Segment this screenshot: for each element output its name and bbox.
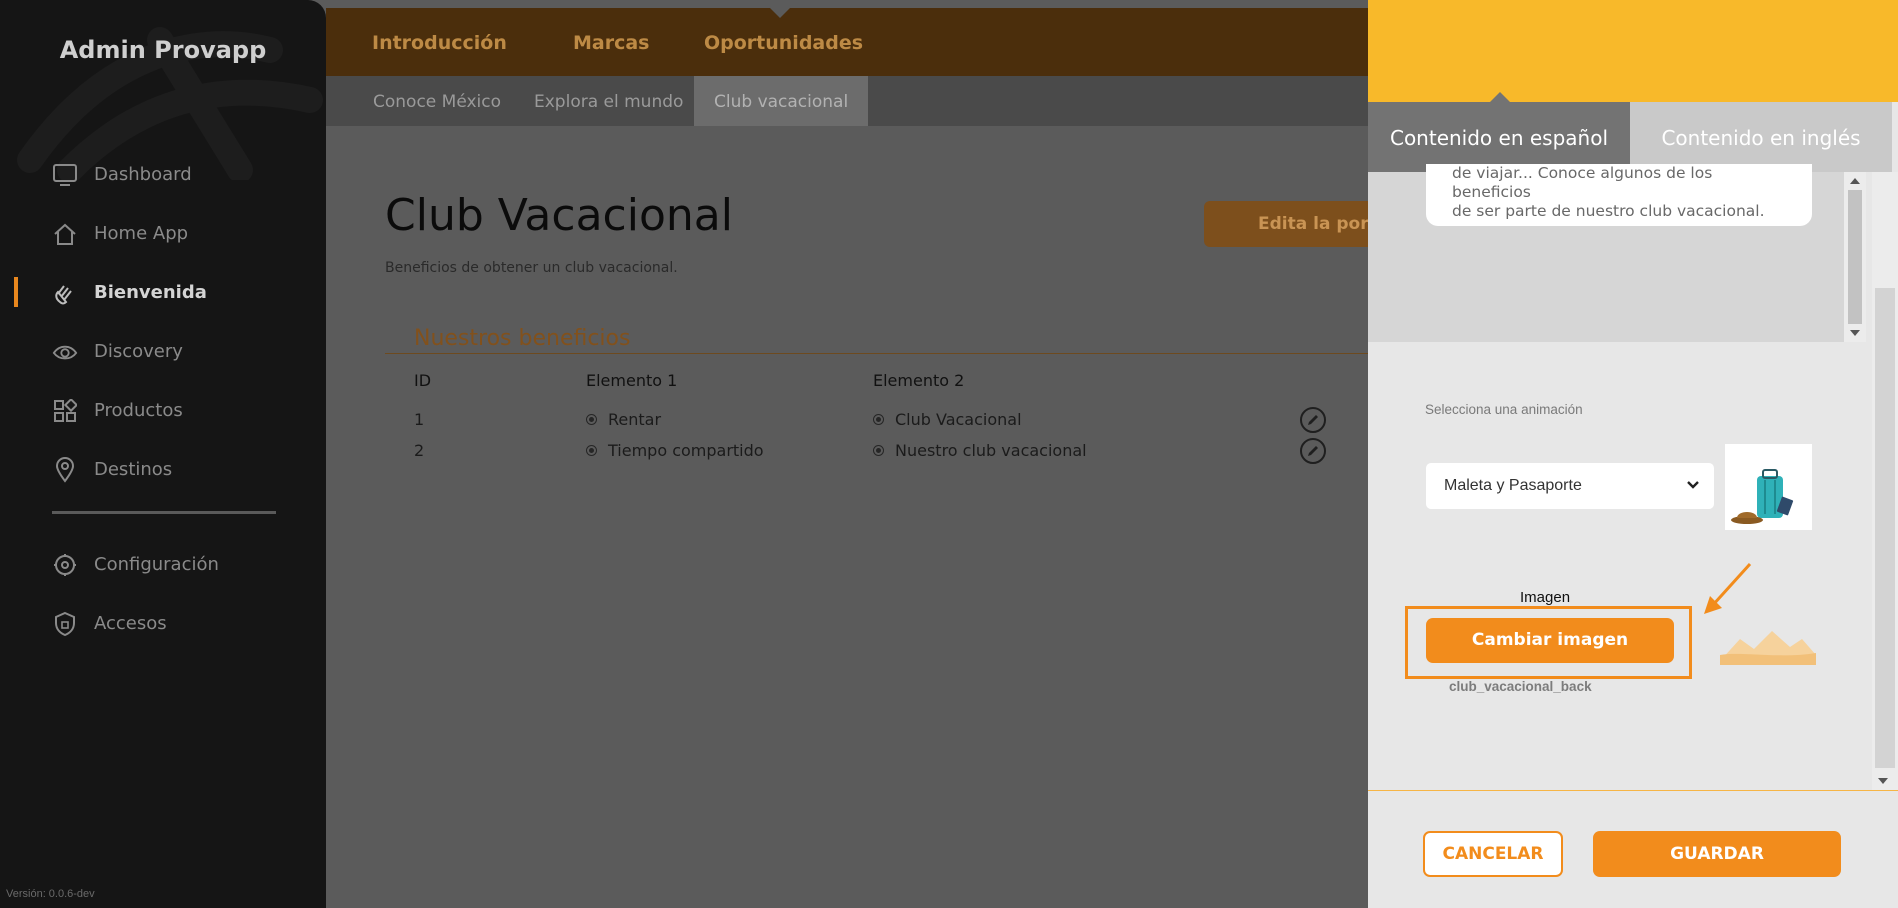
subtab-explora-el-mundo[interactable]: Explora el mundo [534,76,683,126]
table-cell-elemento-1: Rentar [586,410,661,429]
table-cell-elemento-2: Nuestro club vacacional [873,441,1087,460]
sidebar-item-bienvenida[interactable]: Bienvenida [0,263,326,322]
monitor-icon [52,162,78,188]
edit-cover-button[interactable]: Edita la port [1204,201,1384,247]
section-title: Nuestros beneficios [414,326,631,351]
table-header-elemento-1: Elemento 1 [586,371,678,390]
description-textarea[interactable]: de viajar... Conoce algunos de los benef… [1426,164,1812,226]
sidebar-item-dashboard[interactable]: Dashboard [0,145,326,204]
table-header-elemento-2: Elemento 2 [873,371,965,390]
tab-oportunidades[interactable]: Oportunidades [704,32,863,54]
animation-select-value: Maleta y Pasaporte [1444,477,1582,494]
edit-row-2-pencil-icon[interactable] [1300,438,1326,464]
chevron-down-icon [1687,481,1699,489]
edit-row-1-pencil-icon[interactable] [1300,407,1326,433]
image-filename: club_vacacional_back [1449,679,1592,694]
sidebar-nav-secondary: Configuración Accesos [0,535,326,653]
grid-icon [52,398,78,424]
subtab-conoce-mexico[interactable]: Conoce México [373,76,501,126]
sidebar-item-label: Dashboard [94,164,192,185]
table-cell-elemento-2: Club Vacacional [873,410,1022,429]
tab-introduccion[interactable]: Introducción [372,32,507,54]
scroll-thumb[interactable] [1875,288,1895,768]
landscape-thumbnail-icon [1720,631,1816,665]
eye-icon [52,339,78,365]
change-image-button[interactable]: Cambiar imagen [1426,618,1674,663]
save-button[interactable]: GUARDAR [1593,831,1841,877]
sidebar-item-label: Destinos [94,459,173,480]
scroll-thumb[interactable] [1848,190,1862,324]
brand-title: Admin Provapp [59,36,267,64]
bullet-icon [873,445,884,456]
sidebar-item-label: Discovery [94,341,183,362]
panel-header [1368,0,1898,102]
sidebar-item-label: Home App [94,223,189,244]
cell-text: Tiempo compartido [608,441,764,460]
animation-select[interactable]: Maleta y Pasaporte [1426,463,1714,509]
sidebar-item-label: Configuración [94,554,219,575]
table-cell-id: 1 [414,410,425,429]
cell-text: Nuestro club vacacional [895,441,1087,460]
scroll-up-icon[interactable] [1850,178,1860,184]
description-line: de viajar... Conoce algunos de los benef… [1452,164,1713,201]
shield-icon [52,611,78,637]
table-header-id: ID [414,371,432,390]
pin-icon [52,456,78,483]
sidebar-nav: Dashboard Home App Bienvenida Discovery … [0,145,326,499]
wave-hand-icon [52,280,78,306]
scroll-down-icon[interactable] [1878,778,1888,784]
sidebar-item-configuracion[interactable]: Configuración [0,535,326,594]
image-label: Imagen [1520,589,1571,606]
bullet-icon [586,414,597,425]
sidebar-item-home-app[interactable]: Home App [0,204,326,263]
animation-preview [1725,444,1812,530]
home-icon [52,221,78,247]
page-title: Club Vacacional [385,190,733,241]
tab-contenido-espanol[interactable]: Contenido en español [1368,92,1630,172]
subtab-club-vacacional[interactable]: Club vacacional [694,76,869,126]
suitcase-icon [1731,469,1794,524]
sidebar-item-destinos[interactable]: Destinos [0,440,326,499]
section-divider [385,353,1370,354]
table-cell-id: 2 [414,441,425,460]
version-label: Versión: 0.0.6-dev [6,888,95,900]
active-tab-notch [770,8,790,18]
sidebar-item-accesos[interactable]: Accesos [0,594,326,653]
cancel-button[interactable]: CANCELAR [1423,831,1563,877]
pointer-arrow-icon [1704,562,1752,614]
edit-panel: Contenido en español Contenido en inglés… [1368,0,1898,908]
animation-label: Selecciona una animación [1425,402,1583,417]
sidebar-item-label: Accesos [94,613,167,634]
sidebar-item-productos[interactable]: Productos [0,381,326,440]
bullet-icon [586,445,597,456]
scroll-down-icon[interactable] [1850,330,1860,336]
description-line: de ser parte de nuestro club vacacional. [1452,202,1765,220]
tab-contenido-ingles[interactable]: Contenido en inglés [1630,102,1892,172]
description-scrollbar[interactable] [1844,172,1866,342]
sidebar: Admin Provapp Dashboard Home App Bienven… [0,0,326,908]
active-tab-caret [1490,92,1510,102]
sidebar-item-label: Bienvenida [94,282,207,303]
cell-text: Club Vacacional [895,410,1022,429]
table-cell-elemento-1: Tiempo compartido [586,441,764,460]
tab-label: Contenido en español [1389,126,1609,150]
sidebar-divider [52,511,276,514]
cell-text: Rentar [608,410,662,429]
sidebar-item-label: Productos [94,400,183,421]
description-scroll-area[interactable]: de viajar... Conoce algunos de los benef… [1368,164,1844,342]
page-subtitle: Beneficios de obtener un club vacacional… [385,260,678,276]
panel-scrollbar[interactable] [1872,172,1898,790]
gear-icon [52,552,78,578]
bullet-icon [873,414,884,425]
language-tabs: Contenido en español Contenido en inglés [1368,92,1898,172]
tab-marcas[interactable]: Marcas [573,32,650,54]
sidebar-item-discovery[interactable]: Discovery [0,322,326,381]
